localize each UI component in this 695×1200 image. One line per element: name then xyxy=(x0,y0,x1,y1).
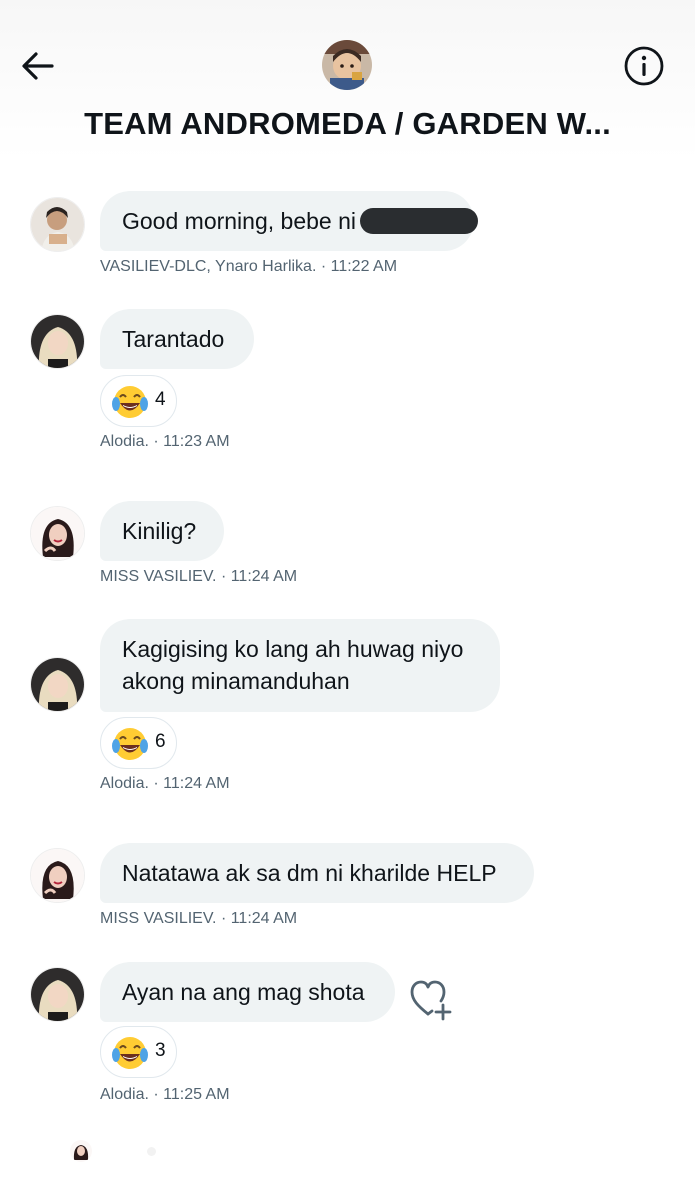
tears-of-joy-emoji-icon xyxy=(112,386,148,418)
user-avatar-image xyxy=(31,315,84,368)
heart-plus-icon xyxy=(410,980,452,1021)
user-avatar-image xyxy=(31,658,84,711)
message-bubble[interactable]: Good morning, bebe ni xyxy=(100,191,478,251)
back-button[interactable] xyxy=(18,46,58,86)
conversation-header: TEAM ANDROMEDA / GARDEN W... xyxy=(0,0,695,160)
group-avatar-image xyxy=(322,40,372,90)
typing-indicator-avatar xyxy=(70,1140,92,1162)
message-meta: Alodia. · 11:24 AM xyxy=(100,775,230,792)
user-avatar-image xyxy=(31,968,84,1021)
message-bubble[interactable]: Ayan na ang mag shota xyxy=(100,962,395,1022)
message-text: Good morning, bebe ni xyxy=(122,208,356,234)
message-text-line: Kagigising ko lang ah huwag niyo xyxy=(122,636,464,662)
reaction-count: 6 xyxy=(155,731,166,752)
avatar[interactable] xyxy=(30,967,85,1022)
group-avatar[interactable] xyxy=(322,40,372,90)
conversation-title: TEAM ANDROMEDA / GARDEN W... xyxy=(84,106,611,141)
info-button[interactable] xyxy=(622,44,666,88)
message-text: Tarantado xyxy=(122,326,225,352)
arrow-left-icon xyxy=(22,52,54,80)
typing-indicator-dot xyxy=(147,1147,156,1156)
avatar[interactable] xyxy=(30,197,85,252)
user-avatar-image xyxy=(31,198,84,251)
info-circle-icon xyxy=(624,46,664,86)
add-reaction-button[interactable] xyxy=(408,978,456,1022)
message-meta: VASILIEV-DLC, Ynaro Harlika. · 11:22 AM xyxy=(100,258,398,275)
avatar[interactable] xyxy=(30,657,85,712)
message-text: Natatawa ak sa dm ni kharilde HELP xyxy=(122,860,497,886)
tears-of-joy-emoji-icon xyxy=(112,1037,148,1069)
message-bubble[interactable]: Natatawa ak sa dm ni kharilde HELP xyxy=(100,843,534,903)
reaction-count: 3 xyxy=(155,1040,166,1061)
avatar[interactable] xyxy=(30,848,85,903)
redacted-block xyxy=(360,207,478,234)
message-meta: MISS VASILIEV. · 11:24 AM xyxy=(100,910,298,927)
reaction-count: 4 xyxy=(155,389,166,410)
user-avatar-image xyxy=(31,849,84,902)
message-bubble[interactable]: Tarantado xyxy=(100,309,254,369)
message-text-line: akong minamanduhan xyxy=(122,668,350,694)
reaction-pill[interactable]: 6 xyxy=(100,717,177,769)
message-bubble[interactable]: Kagigising ko lang ah huwag niyo akong m… xyxy=(100,619,500,712)
user-avatar-image xyxy=(31,507,84,560)
avatar[interactable] xyxy=(30,314,85,369)
avatar[interactable] xyxy=(30,506,85,561)
message-text: Ayan na ang mag shota xyxy=(122,979,365,1005)
user-avatar-image xyxy=(70,1140,92,1162)
message-meta: MISS VASILIEV. · 11:24 AM xyxy=(100,568,298,585)
reaction-pill[interactable]: 3 xyxy=(100,1026,177,1078)
message-meta: Alodia. · 11:25 AM xyxy=(100,1086,230,1103)
reaction-pill[interactable]: 4 xyxy=(100,375,177,427)
message-meta: Alodia. · 11:23 AM xyxy=(100,433,230,450)
message-text: Kinilig? xyxy=(122,518,197,544)
tears-of-joy-emoji-icon xyxy=(112,728,148,760)
message-bubble[interactable]: Kinilig? xyxy=(100,501,224,561)
